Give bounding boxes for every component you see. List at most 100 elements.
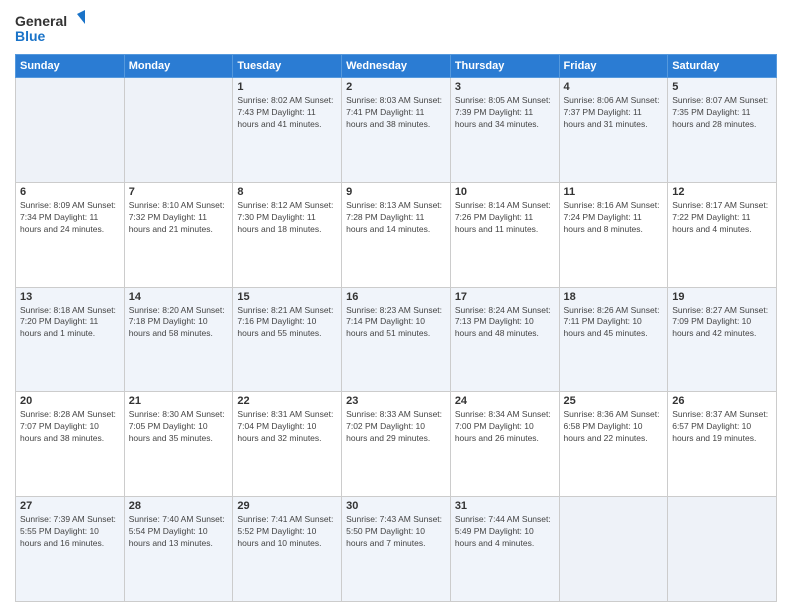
- calendar-day-cell: 2 Sunrise: 8:03 AM Sunset: 7:41 PM Daylig…: [342, 78, 451, 183]
- day-info: Sunrise: 8:27 AM Sunset: 7:09 PM Dayligh…: [672, 305, 772, 341]
- day-info: Sunrise: 8:36 AM Sunset: 6:58 PM Dayligh…: [564, 409, 664, 445]
- calendar-day-cell: 10Sunrise: 8:14 AM Sunset: 7:26 PM Dayli…: [450, 182, 559, 287]
- logo: General Blue: [15, 10, 85, 46]
- day-info: Sunrise: 8:06 AM Sunset: 7:37 PM Dayligh…: [564, 95, 664, 131]
- calendar-day-cell: [124, 78, 233, 183]
- day-info: Sunrise: 8:18 AM Sunset: 7:20 PM Dayligh…: [20, 305, 120, 341]
- calendar-day-cell: 15 Sunrise: 8:21 AM Sunset: 7:16 PM Dayli…: [233, 287, 342, 392]
- day-number: 6: [20, 186, 120, 198]
- day-number: 4: [564, 81, 664, 93]
- day-number: 25: [564, 395, 664, 407]
- calendar-day-cell: 5Sunrise: 8:07 AM Sunset: 7:35 PM Daylig…: [668, 78, 777, 183]
- day-number: 12: [672, 186, 772, 198]
- day-number: 27: [20, 500, 120, 512]
- calendar-day-cell: 11Sunrise: 8:16 AM Sunset: 7:24 PM Dayli…: [559, 182, 668, 287]
- calendar-day-cell: 17 Sunrise: 8:24 AM Sunset: 7:13 PM Dayli…: [450, 287, 559, 392]
- day-number: 28: [129, 500, 229, 512]
- header: General Blue: [15, 10, 777, 46]
- calendar-day-cell: 22Sunrise: 8:31 AM Sunset: 7:04 PM Dayli…: [233, 392, 342, 497]
- day-number: 1: [237, 81, 337, 93]
- day-number: 8: [237, 186, 337, 198]
- day-of-week-header: Tuesday: [233, 55, 342, 78]
- calendar-week-row: 6 Sunrise: 8:09 AM Sunset: 7:34 PM Daylig…: [16, 182, 777, 287]
- day-number: 14: [129, 291, 229, 303]
- day-number: 29: [237, 500, 337, 512]
- calendar-day-cell: 30 Sunrise: 7:43 AM Sunset: 5:50 PM Dayli…: [342, 497, 451, 602]
- day-info: Sunrise: 7:43 AM Sunset: 5:50 PM Dayligh…: [346, 514, 446, 550]
- calendar-day-cell: 31 Sunrise: 7:44 AM Sunset: 5:49 PM Dayli…: [450, 497, 559, 602]
- day-info: Sunrise: 8:13 AM Sunset: 7:28 PM Dayligh…: [346, 200, 446, 236]
- day-number: 20: [20, 395, 120, 407]
- day-of-week-header: Wednesday: [342, 55, 451, 78]
- day-info: Sunrise: 8:33 AM Sunset: 7:02 PM Dayligh…: [346, 409, 446, 445]
- calendar-week-row: 1 Sunrise: 8:02 AM Sunset: 7:43 PM Daylig…: [16, 78, 777, 183]
- calendar-day-cell: 26 Sunrise: 8:37 AM Sunset: 6:57 PM Dayli…: [668, 392, 777, 497]
- day-info: Sunrise: 7:41 AM Sunset: 5:52 PM Dayligh…: [237, 514, 337, 550]
- day-info: Sunrise: 8:20 AM Sunset: 7:18 PM Dayligh…: [129, 305, 229, 341]
- day-info: Sunrise: 8:07 AM Sunset: 7:35 PM Dayligh…: [672, 95, 772, 131]
- calendar-table: SundayMondayTuesdayWednesdayThursdayFrid…: [15, 54, 777, 602]
- day-info: Sunrise: 8:23 AM Sunset: 7:14 PM Dayligh…: [346, 305, 446, 341]
- day-number: 18: [564, 291, 664, 303]
- calendar-day-cell: 13Sunrise: 8:18 AM Sunset: 7:20 PM Dayli…: [16, 287, 125, 392]
- calendar-day-cell: 12 Sunrise: 8:17 AM Sunset: 7:22 PM Dayli…: [668, 182, 777, 287]
- calendar-day-cell: 16 Sunrise: 8:23 AM Sunset: 7:14 PM Dayli…: [342, 287, 451, 392]
- day-number: 23: [346, 395, 446, 407]
- calendar-day-cell: 8 Sunrise: 8:12 AM Sunset: 7:30 PM Daylig…: [233, 182, 342, 287]
- calendar-day-cell: 28 Sunrise: 7:40 AM Sunset: 5:54 PM Dayli…: [124, 497, 233, 602]
- day-info: Sunrise: 8:02 AM Sunset: 7:43 PM Dayligh…: [237, 95, 337, 131]
- day-number: 24: [455, 395, 555, 407]
- day-info: Sunrise: 8:30 AM Sunset: 7:05 PM Dayligh…: [129, 409, 229, 445]
- day-info: Sunrise: 7:40 AM Sunset: 5:54 PM Dayligh…: [129, 514, 229, 550]
- day-info: Sunrise: 8:24 AM Sunset: 7:13 PM Dayligh…: [455, 305, 555, 341]
- calendar-day-cell: [668, 497, 777, 602]
- calendar-week-row: 20 Sunrise: 8:28 AM Sunset: 7:07 PM Dayli…: [16, 392, 777, 497]
- day-info: Sunrise: 8:28 AM Sunset: 7:07 PM Dayligh…: [20, 409, 120, 445]
- day-number: 9: [346, 186, 446, 198]
- calendar-day-cell: 9 Sunrise: 8:13 AM Sunset: 7:28 PM Daylig…: [342, 182, 451, 287]
- calendar-day-cell: 25 Sunrise: 8:36 AM Sunset: 6:58 PM Dayli…: [559, 392, 668, 497]
- day-info: Sunrise: 8:34 AM Sunset: 7:00 PM Dayligh…: [455, 409, 555, 445]
- day-info: Sunrise: 8:10 AM Sunset: 7:32 PM Dayligh…: [129, 200, 229, 236]
- day-info: Sunrise: 8:31 AM Sunset: 7:04 PM Dayligh…: [237, 409, 337, 445]
- day-info: Sunrise: 8:12 AM Sunset: 7:30 PM Dayligh…: [237, 200, 337, 236]
- calendar-day-cell: 21 Sunrise: 8:30 AM Sunset: 7:05 PM Dayli…: [124, 392, 233, 497]
- day-info: Sunrise: 8:21 AM Sunset: 7:16 PM Dayligh…: [237, 305, 337, 341]
- day-info: Sunrise: 8:14 AM Sunset: 7:26 PM Dayligh…: [455, 200, 555, 236]
- day-of-week-header: Thursday: [450, 55, 559, 78]
- day-number: 30: [346, 500, 446, 512]
- day-info: Sunrise: 8:17 AM Sunset: 7:22 PM Dayligh…: [672, 200, 772, 236]
- day-number: 26: [672, 395, 772, 407]
- day-number: 2: [346, 81, 446, 93]
- calendar-day-cell: 24 Sunrise: 8:34 AM Sunset: 7:00 PM Dayli…: [450, 392, 559, 497]
- day-number: 19: [672, 291, 772, 303]
- day-number: 15: [237, 291, 337, 303]
- calendar-day-cell: 29 Sunrise: 7:41 AM Sunset: 5:52 PM Dayli…: [233, 497, 342, 602]
- svg-text:General: General: [15, 13, 67, 29]
- calendar-week-row: 27 Sunrise: 7:39 AM Sunset: 5:55 PM Dayli…: [16, 497, 777, 602]
- calendar-day-cell: [559, 497, 668, 602]
- calendar-day-cell: 19 Sunrise: 8:27 AM Sunset: 7:09 PM Dayli…: [668, 287, 777, 392]
- day-info: Sunrise: 8:03 AM Sunset: 7:41 PM Dayligh…: [346, 95, 446, 131]
- calendar-day-cell: 3 Sunrise: 8:05 AM Sunset: 7:39 PM Daylig…: [450, 78, 559, 183]
- day-of-week-header: Friday: [559, 55, 668, 78]
- day-number: 16: [346, 291, 446, 303]
- day-number: 3: [455, 81, 555, 93]
- day-info: Sunrise: 8:05 AM Sunset: 7:39 PM Dayligh…: [455, 95, 555, 131]
- day-info: Sunrise: 8:09 AM Sunset: 7:34 PM Dayligh…: [20, 200, 120, 236]
- calendar-week-row: 13Sunrise: 8:18 AM Sunset: 7:20 PM Dayli…: [16, 287, 777, 392]
- day-number: 7: [129, 186, 229, 198]
- day-number: 11: [564, 186, 664, 198]
- calendar-day-cell: 18Sunrise: 8:26 AM Sunset: 7:11 PM Dayli…: [559, 287, 668, 392]
- day-number: 17: [455, 291, 555, 303]
- page: General Blue SundayMondayTuesdayWednesda…: [0, 0, 792, 612]
- day-number: 21: [129, 395, 229, 407]
- svg-text:Blue: Blue: [15, 28, 46, 44]
- day-info: Sunrise: 7:44 AM Sunset: 5:49 PM Dayligh…: [455, 514, 555, 550]
- day-info: Sunrise: 7:39 AM Sunset: 5:55 PM Dayligh…: [20, 514, 120, 550]
- calendar-day-cell: 7 Sunrise: 8:10 AM Sunset: 7:32 PM Daylig…: [124, 182, 233, 287]
- day-info: Sunrise: 8:37 AM Sunset: 6:57 PM Dayligh…: [672, 409, 772, 445]
- day-number: 31: [455, 500, 555, 512]
- calendar-day-cell: 4 Sunrise: 8:06 AM Sunset: 7:37 PM Daylig…: [559, 78, 668, 183]
- day-of-week-header: Sunday: [16, 55, 125, 78]
